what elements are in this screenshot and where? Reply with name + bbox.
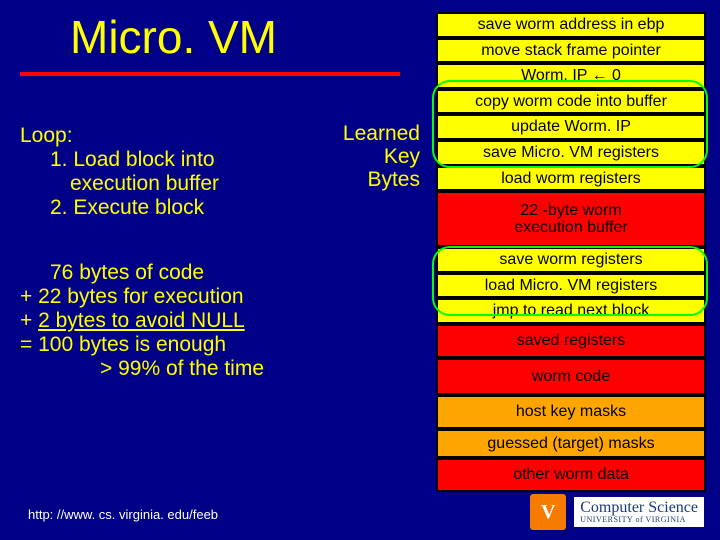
box-text: save Micro. VM registers — [483, 144, 659, 161]
calc-l4: = 100 bytes is enough — [20, 333, 420, 357]
box-text: move stack frame pointer — [481, 42, 661, 59]
buffer-line2: execution buffer — [514, 219, 628, 237]
box-text: worm code — [532, 368, 610, 385]
box-load-microvm-regs: load Micro. VM registers — [436, 273, 706, 299]
title-underline — [20, 72, 400, 76]
loop-step2: 2. Execute block — [50, 196, 420, 220]
box-text: saved registers — [517, 332, 626, 349]
slide-title: Micro. VM — [70, 10, 420, 64]
box-text: guessed (target) masks — [487, 435, 654, 452]
calc-l3-prefix: + — [20, 309, 38, 332]
calc-l3-underlined: 2 bytes to avoid NULL — [38, 309, 245, 332]
box-save-worm-regs: save worm registers — [436, 247, 706, 273]
box-load-worm-regs: load worm registers — [436, 166, 706, 192]
box-text: save worm registers — [499, 251, 642, 268]
left-column: Micro. VM Learned Key Bytes Loop: 1. Loa… — [20, 10, 420, 381]
box-text: update Worm. IP — [511, 118, 631, 135]
logo: V Computer Science UNIVERSITY of VIRGINI… — [530, 494, 704, 530]
box-worm-code: worm code — [436, 358, 706, 396]
box-jmp-next: jmp to read next block — [436, 298, 706, 324]
calc-block: 76 bytes of code + 22 bytes for executio… — [20, 261, 420, 382]
right-column: save worm address in ebp move stack fram… — [436, 12, 706, 492]
learned-line1: Learned — [340, 122, 420, 145]
box-copy-worm-code: copy worm code into buffer — [436, 89, 706, 115]
logo-v-letter: V — [541, 501, 555, 524]
box-save-microvm-regs: save Micro. VM registers — [436, 140, 706, 166]
box-wormip-zero: Worm. IP ← 0 — [436, 63, 706, 89]
box-saved-registers: saved registers — [436, 324, 706, 358]
box-text: Worm. IP ← 0 — [521, 67, 621, 84]
logo-cs: Computer Science — [580, 500, 698, 516]
calc-l2: + 22 bytes for execution — [20, 285, 420, 309]
slide: Micro. VM Learned Key Bytes Loop: 1. Loa… — [0, 0, 720, 540]
box-text: load worm registers — [501, 170, 641, 187]
learned-line3: Bytes — [340, 168, 420, 191]
box-text: host key masks — [516, 403, 626, 420]
box-text: save worm address in ebp — [478, 16, 665, 33]
box-text: copy worm code into buffer — [475, 93, 667, 110]
box-exec-buffer: 22 -byte worm execution buffer — [436, 191, 706, 247]
calc-l3: + 2 bytes to avoid NULL — [20, 309, 420, 333]
box-save-worm-addr: save worm address in ebp — [436, 12, 706, 38]
box-text: other worm data — [513, 466, 629, 483]
logo-shield-icon: V — [530, 494, 566, 530]
buffer-line1: 22 -byte worm — [514, 202, 628, 220]
learned-key-bytes-label: Learned Key Bytes — [340, 122, 420, 191]
footer-url: http: //www. cs. virginia. edu/feeb — [28, 507, 218, 522]
calc-l5: > 99% of the time — [100, 357, 420, 381]
learned-line2: Key — [340, 145, 420, 168]
box-update-wormip: update Worm. IP — [436, 114, 706, 140]
calc-l1: 76 bytes of code — [50, 261, 420, 285]
box-host-key-masks: host key masks — [436, 395, 706, 429]
box-other-worm-data: other worm data — [436, 458, 706, 492]
logo-text: Computer Science UNIVERSITY of VIRGINIA — [574, 497, 704, 527]
box-guessed-masks: guessed (target) masks — [436, 429, 706, 459]
box-text: jmp to read next block — [493, 302, 650, 319]
box-text: load Micro. VM registers — [485, 277, 658, 294]
logo-uni: UNIVERSITY of VIRGINIA — [580, 516, 698, 524]
box-move-sfp: move stack frame pointer — [436, 38, 706, 64]
